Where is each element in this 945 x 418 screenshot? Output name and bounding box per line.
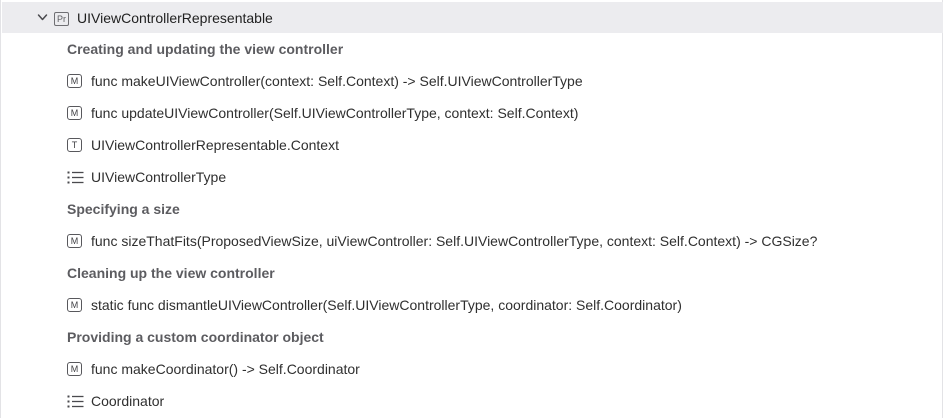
section-title: Cleaning up the view controller [67,265,275,281]
member-signature[interactable]: UIViewControllerRepresentable.Context [91,137,339,153]
list-item[interactable]: Mfunc sizeThatFits(ProposedViewSize, uiV… [1,226,944,258]
type-alias-icon: T [67,138,82,152]
section-title: Creating and updating the view controlle… [67,41,344,57]
member-signature[interactable]: UIViewControllerType [91,169,226,185]
list-item[interactable]: Mfunc makeUIViewController(context: Self… [1,66,944,98]
protocol-icon: Pr [54,12,69,26]
protocol-title[interactable]: UIViewControllerRepresentable [77,10,273,26]
list-item[interactable]: Mfunc updateUIViewController(Self.UIView… [1,98,944,130]
section-header: Providing a custom coordinator object [1,322,944,354]
list-item[interactable]: T UIViewControllerRepresentable.Context [1,130,944,162]
list-item[interactable]: Coordinator [1,386,944,418]
symbol-tree-panel: Pr UIViewControllerRepresentable Creatin… [0,0,943,418]
method-icon: M [67,298,82,312]
member-signature[interactable]: Coordinator [91,393,164,409]
method-icon: M [67,106,82,120]
member-signature[interactable]: func updateUIViewController(Self.UIViewC… [91,105,578,121]
member-signature[interactable]: func makeCoordinator() -> Self.Coordinat… [91,361,360,377]
list-item[interactable]: UIViewControllerType [1,162,944,194]
section-header: Creating and updating the view controlle… [1,34,944,66]
section-title: Specifying a size [67,201,180,217]
method-icon: M [67,362,82,376]
method-icon: M [67,234,82,248]
method-icon: M [67,74,82,88]
associated-type-list-icon [67,395,84,408]
section-header: Specifying a size [1,194,944,226]
section-title: Providing a custom coordinator object [67,329,324,345]
section-header: Cleaning up the view controller [1,258,944,290]
chevron-down-icon[interactable] [37,13,48,22]
protocol-row[interactable]: Pr UIViewControllerRepresentable [2,2,943,33]
list-item[interactable]: Mstatic func dismantleUIViewController(S… [1,290,944,322]
member-signature[interactable]: static func dismantleUIViewController(Se… [91,297,682,313]
associated-type-list-icon [67,171,84,184]
member-signature[interactable]: func makeUIViewController(context: Self.… [91,73,583,89]
member-signature[interactable]: func sizeThatFits(ProposedViewSize, uiVi… [91,233,817,249]
list-item[interactable]: Mfunc makeCoordinator() -> Self.Coordina… [1,354,944,386]
